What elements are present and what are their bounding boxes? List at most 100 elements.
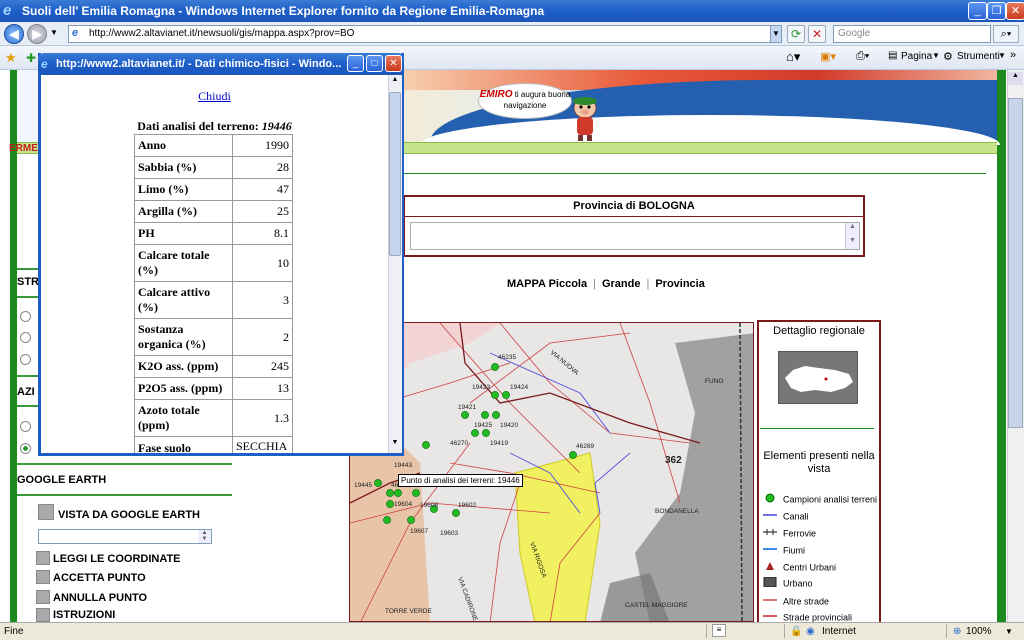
status-separator — [784, 624, 785, 638]
legend-label: Centri Urbani — [783, 562, 837, 573]
search-input[interactable]: Google — [833, 25, 991, 43]
window-title-bar[interactable]: Suoli dell' Emilia Romagna - Windows Int… — [0, 0, 1024, 22]
sample-point[interactable] — [502, 391, 510, 399]
sample-point[interactable] — [569, 451, 577, 459]
leggi-coordinate-icon[interactable] — [36, 551, 50, 565]
home-icon[interactable]: ⌂▾ — [786, 49, 800, 65]
chevron-more-icon[interactable]: » — [1010, 49, 1016, 61]
print-icon[interactable]: ⎙▾ — [856, 50, 869, 63]
search-icon[interactable]: ⌕▾ — [993, 25, 1019, 43]
provincia-scroll-icon[interactable]: ▲ ▼ — [845, 223, 859, 249]
zoom-level[interactable]: 100% — [966, 623, 992, 640]
sample-point[interactable] — [491, 363, 499, 371]
tools-menu[interactable]: Strumenti — [957, 51, 1000, 62]
sample-point[interactable] — [452, 509, 460, 517]
regional-overview-map[interactable] — [778, 351, 858, 404]
legend-item: Altre strade — [763, 595, 829, 608]
status-bar: Fine 🔒 ◉ Internet ⊕ 100% ▼ — [0, 622, 1024, 640]
sample-point[interactable] — [407, 516, 415, 524]
sample-point[interactable] — [383, 516, 391, 524]
page-icon: e — [72, 27, 79, 39]
scroll-up-icon[interactable]: ▲ — [1008, 72, 1023, 85]
link-provincia[interactable]: Provincia — [655, 278, 705, 290]
radio-option-3[interactable] — [20, 354, 31, 365]
back-button[interactable]: ◀ — [4, 24, 24, 44]
minimize-button[interactable]: _ — [968, 2, 987, 20]
sample-point[interactable] — [386, 500, 394, 508]
page-menu-arrow-icon[interactable]: ▼ — [932, 51, 940, 60]
data-row: Azoto totale (ppm) 1.3 — [134, 399, 293, 437]
maximize-button[interactable]: ❐ — [987, 2, 1006, 20]
popup-minimize-button[interactable]: _ — [347, 55, 364, 72]
map-label: BONDANELLA — [655, 508, 699, 515]
sample-point[interactable] — [412, 489, 420, 497]
accetta-punto-icon[interactable] — [36, 570, 50, 584]
tools-menu-arrow-icon[interactable]: ▼ — [998, 51, 1006, 60]
region-shape — [785, 366, 853, 392]
status-text: Fine — [4, 626, 24, 637]
legend-item: Campioni analisi terreni — [763, 493, 877, 506]
sample-point[interactable] — [461, 411, 469, 419]
add-favorite-icon[interactable]: ✚ — [26, 51, 36, 65]
sample-point[interactable] — [481, 411, 489, 419]
sample-point[interactable] — [471, 429, 479, 437]
legend-label: Campioni analisi terreni — [783, 494, 878, 505]
coordinates-spinner-icon[interactable]: ▲ ▼ — [198, 530, 211, 543]
data-key: Anno — [134, 134, 233, 157]
sample-point[interactable] — [394, 489, 402, 497]
close-window-button[interactable]: ✕ — [1006, 2, 1024, 20]
istruzioni-icon[interactable] — [36, 608, 50, 622]
separator: | — [646, 278, 650, 290]
link-piccola[interactable]: Piccola — [549, 278, 588, 290]
annulla-punto-icon[interactable] — [36, 590, 50, 604]
chiudi-link[interactable]: Chiudi — [41, 89, 388, 104]
radio-option-4[interactable] — [20, 421, 31, 432]
map-canvas[interactable]: 46235 19423 19424 19421 19425 19420 46270 19419… — [350, 323, 754, 622]
sample-point[interactable] — [482, 429, 490, 437]
popup-scroll-up-icon[interactable]: ▲ — [389, 76, 401, 88]
legend-item: Canali — [763, 510, 809, 523]
sample-point[interactable] — [491, 391, 499, 399]
accetta-punto-link[interactable]: ACCETTA PUNTO — [53, 572, 146, 584]
popup-maximize-button[interactable]: □ — [366, 55, 383, 72]
favorites-star-icon[interactable]: ★ — [5, 50, 17, 66]
history-dropdown-icon[interactable]: ▼ — [50, 28, 58, 37]
radio-option-5-selected[interactable] — [20, 443, 31, 454]
forward-button[interactable]: ▶ — [27, 24, 47, 44]
legend-item: Centri Urbani — [763, 561, 836, 574]
map-label: 19423 — [472, 384, 490, 391]
map-label: 46289 — [576, 443, 594, 450]
stop-icon[interactable]: ✕ — [808, 25, 826, 43]
coordinates-input[interactable] — [38, 529, 212, 544]
provincia-textarea[interactable] — [410, 222, 860, 250]
soil-map[interactable]: 46235 19423 19424 19421 19425 19420 46270 19419… — [349, 322, 754, 622]
radio-option-2[interactable] — [20, 332, 31, 343]
map-label: 19604 — [394, 501, 412, 508]
sample-point[interactable] — [492, 411, 500, 419]
map-label: TORRE VERDE — [385, 608, 432, 615]
map-label: 19607 — [410, 528, 428, 535]
address-bar[interactable]: http://www2.altavianet.it/newsuoli/gis/m… — [68, 25, 780, 43]
istruzioni-link[interactable]: ISTRUZIONI — [53, 609, 115, 621]
zoom-dropdown-icon[interactable]: ▼ — [1005, 623, 1013, 640]
popup-close-button[interactable]: ✕ — [385, 55, 402, 72]
refresh-icon[interactable]: ⟳ — [787, 25, 805, 43]
vista-google-earth-link[interactable]: VISTA DA GOOGLE EARTH — [58, 509, 200, 521]
vista-google-earth-icon[interactable] — [38, 504, 54, 520]
leggi-coordinate-link[interactable]: LEGGI LE COORDINATE — [53, 553, 181, 565]
popup-scroll-thumb[interactable] — [389, 92, 401, 256]
sample-point[interactable] — [386, 489, 394, 497]
feeds-icon[interactable]: ▣▾ — [820, 50, 836, 63]
page-menu[interactable]: Pagina — [901, 51, 932, 62]
sample-point[interactable] — [374, 479, 382, 487]
popup-scroll-down-icon[interactable]: ▼ — [389, 439, 401, 451]
address-dropdown-icon[interactable]: ▼ — [770, 25, 782, 43]
radio-option-1[interactable] — [20, 311, 31, 322]
legend-label: Urbano — [783, 578, 813, 589]
sample-point[interactable] — [422, 441, 430, 449]
link-grande[interactable]: Grande — [602, 278, 641, 290]
data-value: 1.3 — [232, 399, 293, 437]
dati-heading-label: Dati analisi del terreno: — [137, 119, 262, 133]
annulla-punto-link[interactable]: ANNULLA PUNTO — [53, 592, 147, 604]
page-scroll-thumb[interactable] — [1008, 98, 1023, 428]
